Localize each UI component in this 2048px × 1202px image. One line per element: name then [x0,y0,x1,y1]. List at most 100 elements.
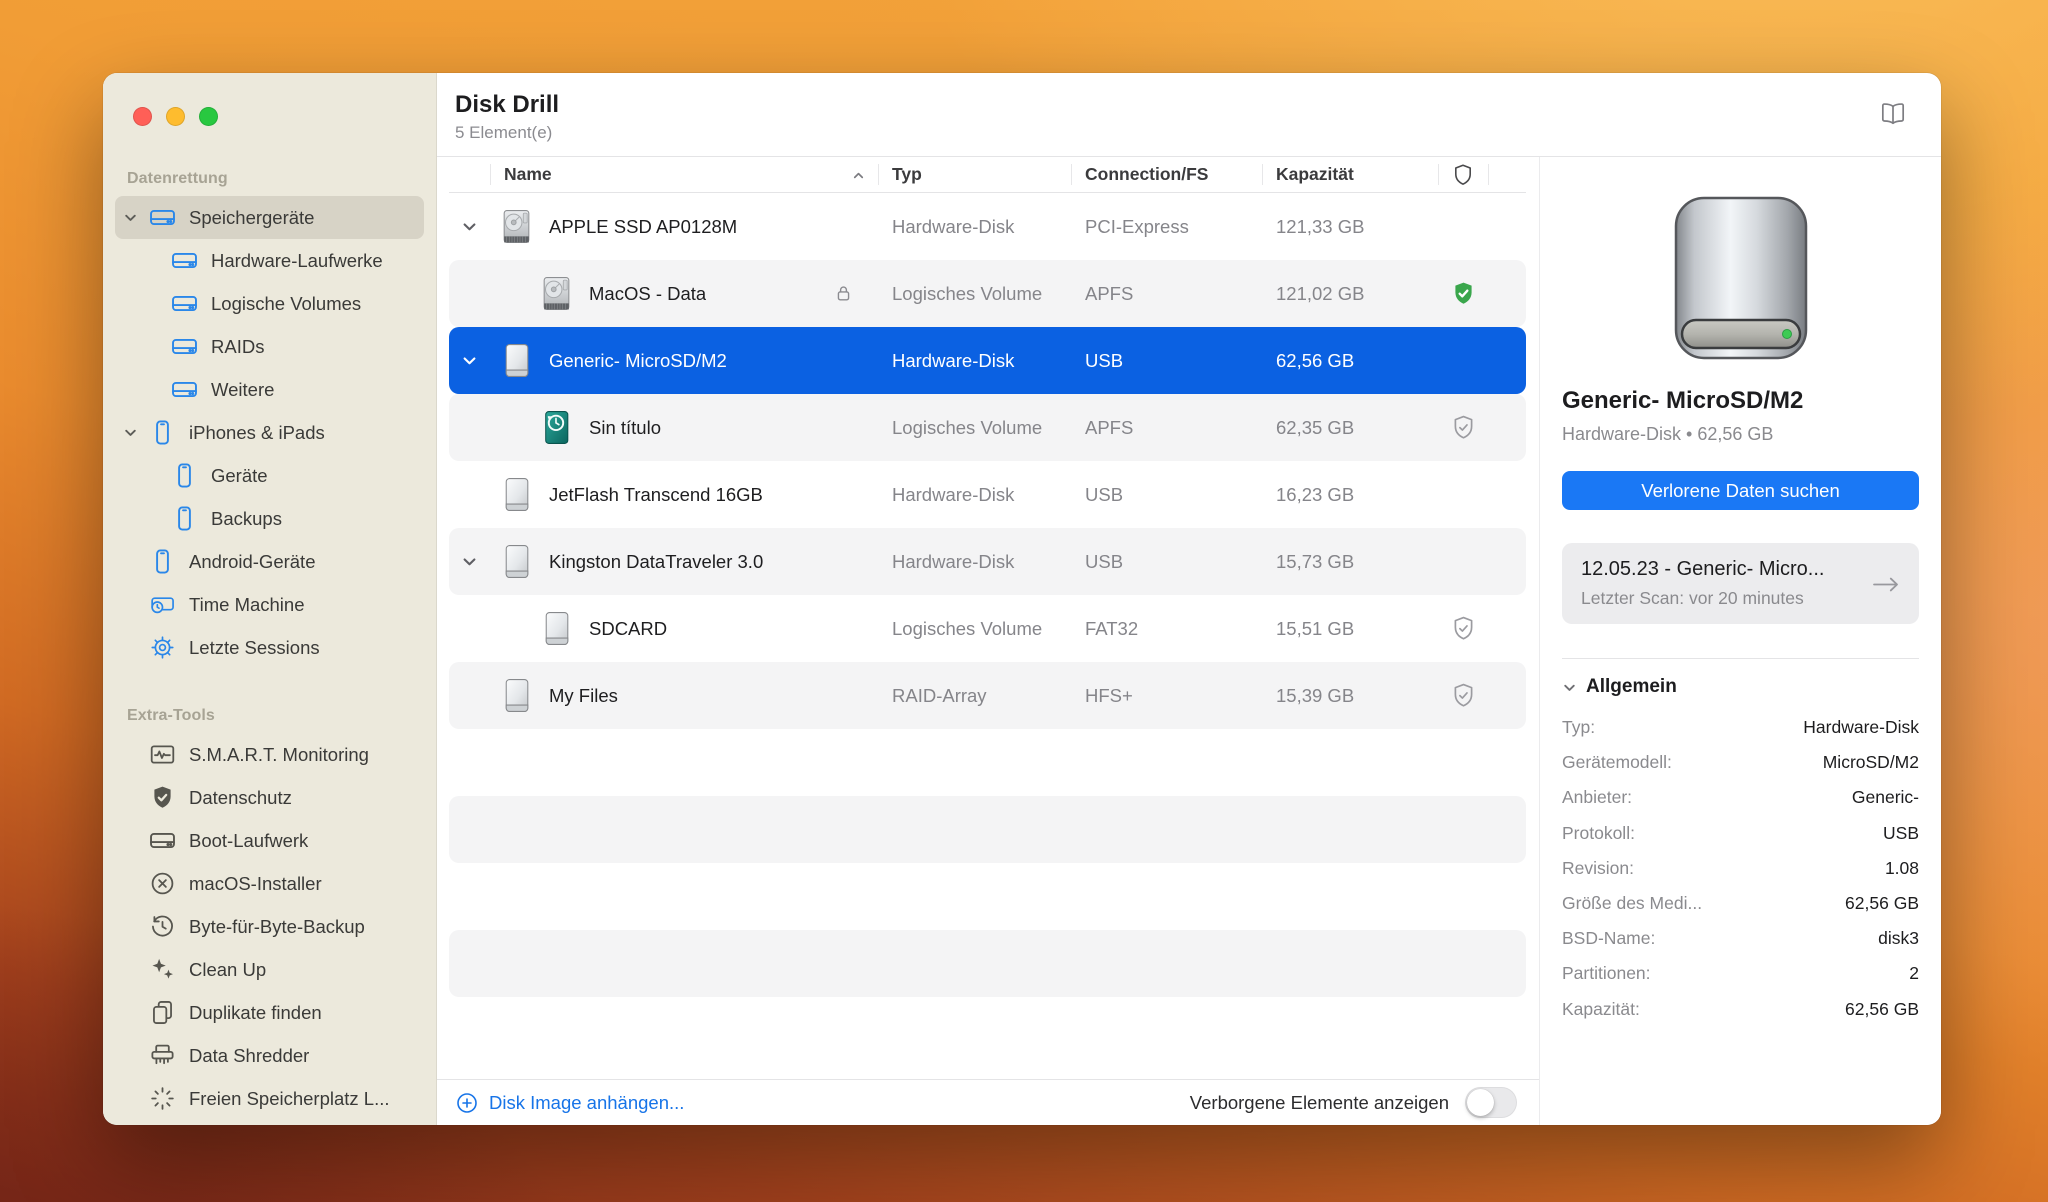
property-value: 2 [1909,963,1919,984]
table-row-empty [449,930,1526,997]
sidebar-item-label: Clean Up [189,958,267,980]
sidebar-item-weitere[interactable]: Weitere [115,368,424,411]
kapazitaet-cell: 121,02 GB [1276,282,1365,304]
zoom-button[interactable] [199,107,218,126]
sidebar-item-label: Freien Speicherplatz L... [189,1087,390,1109]
last-scan-session-card[interactable]: 12.05.23 - Generic- Micro... Letzter Sca… [1562,543,1919,624]
property-value: Hardware-Disk [1803,717,1919,738]
column-header-typ[interactable]: Typ [878,157,1071,192]
property-row-kapazitat: Kapazität: 62,56 GB [1562,992,1919,1027]
sidebar-item-label: Weitere [211,378,275,400]
sidebar-item-label: Geräte [211,464,268,486]
general-section-label: Allgemein [1586,676,1677,697]
sidebar-item-label: Datenschutz [189,786,292,808]
column-header-connection[interactable]: Connection/FS [1071,157,1262,192]
item-count: 5 Element(e) [455,123,553,142]
chevron-down-icon [461,352,478,369]
sidebar-item-iphones-ipads[interactable]: iPhones & iPads [115,411,424,454]
shield-cell [1438,280,1488,307]
sidebar-item-speichergerate[interactable]: Speichergeräte [115,196,424,239]
sidebar-item-backups[interactable]: Backups [115,497,424,540]
table-row[interactable]: My Files RAID-Array HFS+ 15,39 GB [449,662,1526,729]
table-row[interactable]: Kingston DataTraveler 3.0 Hardware-Disk US… [449,528,1526,595]
lock-icon [833,283,854,304]
sidebar-item-byte-fur-byte-backup[interactable]: Byte-für-Byte-Backup [115,905,424,948]
toggle-knob [1467,1089,1494,1116]
property-label: Anbieter: [1562,787,1633,808]
column-header-filler [1488,157,1526,192]
shield-check-icon [1450,414,1477,441]
sidebar-item-label: Boot-Laufwerk [189,829,309,851]
drive-icon [149,204,176,231]
iphone-icon [149,419,176,446]
sidebar-item-logische-volumes[interactable]: Logische Volumes [115,282,424,325]
chevron-down-icon [461,218,478,235]
hdd-icon [538,275,575,312]
gear-icon [149,634,176,661]
sidebar-item-gerate[interactable]: Geräte [115,454,424,497]
sidebar-item-android-gerate[interactable]: Android-Geräte [115,540,424,583]
column-header-kapazitaet[interactable]: Kapazität [1262,157,1438,192]
column-header-name[interactable]: Name [490,157,878,192]
device-name: Kingston DataTraveler 3.0 [549,550,764,572]
connection-cell: FAT32 [1085,617,1139,639]
general-section-header[interactable]: Allgemein [1562,676,1919,698]
sidebar-item-label: S.M.A.R.T. Monitoring [189,743,369,765]
shield-check-icon [1450,615,1477,642]
property-row-geratemodell: Gerätemodell: MicroSD/M2 [1562,745,1919,780]
device-name: MacOS - Data [589,282,707,304]
column-header-protection[interactable] [1438,157,1488,192]
sidebar-item-label: macOS-Installer [189,872,322,894]
device-name: APPLE SSD AP0128M [549,215,738,237]
chevron-slot [461,285,478,302]
sidebar-item-letzte-sessions[interactable]: Letzte Sessions [115,626,424,669]
property-label: Typ: [1562,717,1596,738]
sidebar-item-duplikate-finden[interactable]: Duplikate finden [115,991,424,1034]
help-book-icon[interactable] [1877,98,1909,130]
device-name: Generic- MicroSD/M2 [549,349,727,371]
shield-cell [1438,615,1488,642]
device-subtitle: Hardware-Disk • 62,56 GB [1562,424,1774,444]
attach-disk-image-button[interactable]: Disk Image anhängen... [455,1091,684,1115]
show-hidden-toggle[interactable] [1465,1087,1517,1118]
close-button[interactable] [133,107,152,126]
drive-icon [171,247,198,274]
property-value: Generic- [1851,787,1919,808]
sidebar-item-raids[interactable]: RAIDs [115,325,424,368]
minimize-button[interactable] [166,107,185,126]
table-row[interactable]: Sin título Logisches Volume APFS 62,35 GB [449,394,1526,461]
shield-check-icon [1450,682,1477,709]
connection-cell: APFS [1085,282,1134,304]
iphone-icon [149,548,176,575]
typ-cell: Hardware-Disk [892,215,1015,237]
table-row[interactable]: MacOS - Data Logisches Volume APFS 121,02 G… [449,260,1526,327]
plus-circle-icon [455,1091,479,1115]
table-row-empty [449,729,1526,796]
kapazitaet-cell: 15,51 GB [1276,617,1355,639]
arrow-right-icon [1869,573,1903,596]
titlebar: Disk Drill 5 Element(e) [437,73,1941,157]
table-row[interactable]: Generic- MicroSD/M2 Hardware-Disk USB 62,56… [449,327,1526,394]
scan-lost-data-button[interactable]: Verlorene Daten suchen [1562,471,1919,510]
sidebar-item-clean-up[interactable]: Clean Up [115,948,424,991]
table-row[interactable]: JetFlash Transcend 16GB Hardware-Disk USB 1… [449,461,1526,528]
table-row[interactable]: APPLE SSD AP0128M Hardware-Disk PCI-Expres… [449,193,1526,260]
sparkles-icon [149,956,176,983]
name-cell: Generic- MicroSD/M2 [490,327,878,394]
sidebar-item-macos-installer[interactable]: macOS-Installer [115,862,424,905]
sidebar-item-datenschutz[interactable]: Datenschutz [115,776,424,819]
sidebar-item-time-machine[interactable]: Time Machine [115,583,424,626]
sidebar-item-boot-laufwerk[interactable]: Boot-Laufwerk [115,819,424,862]
table-row[interactable]: SDCARD Logisches Volume FAT32 15,51 GB [449,595,1526,662]
sidebar-item-label: Duplikate finden [189,1001,322,1023]
sidebar-item-data-shredder[interactable]: Data Shredder [115,1034,424,1077]
sidebar-item-s-m-a-r-t-monitoring[interactable]: S.M.A.R.T. Monitoring [115,733,424,776]
sidebar-item-freien-speicherplatz-l[interactable]: Freien Speicherplatz L... [115,1077,424,1120]
table-row-empty [449,796,1526,863]
sidebar-item-hardware-laufwerke[interactable]: Hardware-Laufwerke [115,239,424,282]
name-cell: JetFlash Transcend 16GB [490,461,878,528]
external-icon [498,342,535,379]
shield-icon [1451,163,1475,187]
kapazitaet-cell: 62,35 GB [1276,416,1355,438]
